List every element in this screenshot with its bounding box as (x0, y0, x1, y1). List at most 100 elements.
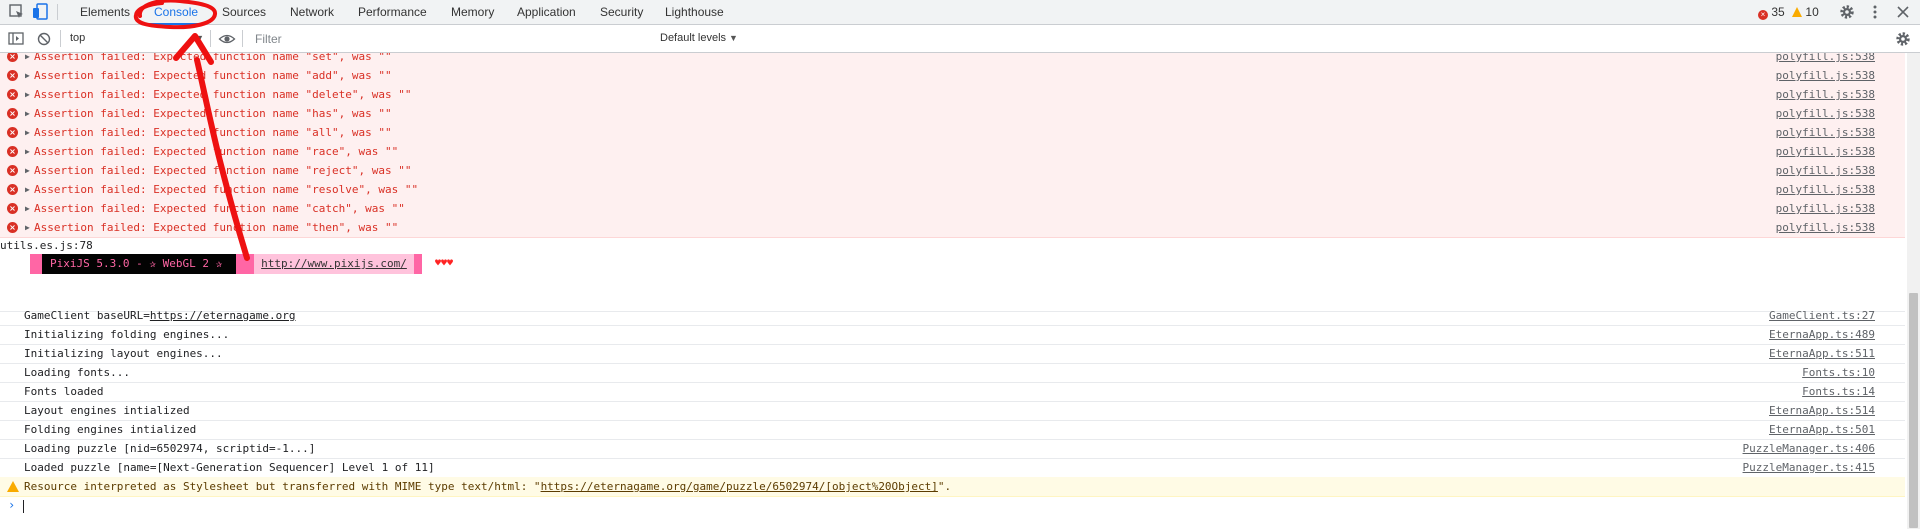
log-message-row[interactable]: Loading puzzle [nid=6502974, scriptid=-1… (0, 439, 1905, 459)
log-levels-dropdown[interactable]: Default levels ▼ (660, 29, 738, 48)
more-options-icon[interactable] (1866, 3, 1884, 21)
log-message-text: Loaded puzzle [name=[Next-Generation Seq… (24, 461, 435, 474)
base-url-link[interactable]: https://eternagame.org (150, 309, 296, 322)
source-link[interactable]: polyfill.js:538 (1776, 161, 1875, 180)
expand-arrow-icon[interactable]: ▶ (25, 218, 30, 237)
log-message-row[interactable]: Loaded puzzle [name=[Next-Generation Seq… (0, 458, 1905, 478)
console-filter-input[interactable] (249, 29, 665, 48)
pixi-homepage-link[interactable]: http://www.pixijs.com/ (254, 254, 414, 274)
source-link[interactable]: polyfill.js:538 (1776, 66, 1875, 85)
error-message-row[interactable]: × ▶ Assertion failed: Expected function … (0, 161, 1905, 181)
error-icon: × (7, 222, 18, 233)
error-message-row[interactable]: × ▶ Assertion failed: Expected function … (0, 142, 1905, 162)
device-toolbar-icon[interactable] (32, 3, 50, 21)
error-message-row[interactable]: × ▶ Assertion failed: Expected function … (0, 199, 1905, 219)
inspect-element-icon[interactable] (8, 3, 26, 21)
source-link[interactable]: Fonts.ts:14 (1802, 382, 1875, 401)
source-link[interactable]: EternaApp.ts:489 (1769, 325, 1875, 344)
clear-console-icon[interactable] (35, 30, 53, 48)
tab-network[interactable]: Network (282, 0, 342, 24)
issue-counts[interactable]: × 35 10 (1758, 0, 1819, 24)
log-message-row[interactable]: Initializing folding engines... EternaAp… (0, 325, 1905, 345)
warning-message-row[interactable]: Resource interpreted as Stylesheet but t… (0, 477, 1905, 497)
error-message-text: Assertion failed: Expected function name… (34, 88, 412, 101)
source-link[interactable]: polyfill.js:538 (1776, 199, 1875, 218)
expand-arrow-icon[interactable]: ▶ (25, 104, 30, 123)
error-message-text: Assertion failed: Expected function name… (34, 53, 392, 63)
error-message-row[interactable]: × ▶ Assertion failed: Expected function … (0, 104, 1905, 124)
tab-elements[interactable]: Elements (72, 0, 138, 24)
error-message-text: Assertion failed: Expected function name… (34, 107, 392, 120)
warning-message-text: Resource interpreted as Stylesheet but t… (24, 480, 952, 493)
tab-application[interactable]: Application (509, 0, 584, 24)
error-message-row[interactable]: × ▶ Assertion failed: Expected function … (0, 123, 1905, 143)
log-message-row[interactable]: Fonts loaded Fonts.ts:14 (0, 382, 1905, 402)
stylesheet-url-link[interactable]: https://eternagame.org/game/puzzle/65029… (541, 480, 938, 493)
tab-lighthouse[interactable]: Lighthouse (657, 0, 732, 24)
tab-sources[interactable]: Sources (214, 0, 274, 24)
error-icon: × (7, 89, 18, 100)
error-message-row[interactable]: × ▶ Assertion failed: Expected function … (0, 180, 1905, 200)
error-icon: × (7, 165, 18, 176)
source-link[interactable]: polyfill.js:538 (1776, 123, 1875, 142)
error-message-text: Assertion failed: Expected function name… (34, 164, 412, 177)
source-link[interactable]: EternaApp.ts:501 (1769, 420, 1875, 439)
console-settings-gear-icon[interactable] (1894, 30, 1912, 48)
log-message-row[interactable]: Folding engines intialized EternaApp.ts:… (0, 420, 1905, 440)
source-link[interactable]: polyfill.js:538 (1776, 218, 1875, 237)
source-link[interactable]: polyfill.js:538 (1776, 104, 1875, 123)
sidebar-toggle-icon[interactable] (7, 30, 25, 48)
toolbar-divider (57, 4, 58, 20)
pixi-banner-stripe (30, 254, 42, 274)
error-message-row[interactable]: × ▶ Assertion failed: Expected function … (0, 66, 1905, 86)
expand-arrow-icon[interactable]: ▶ (25, 161, 30, 180)
toolbar-divider (210, 30, 211, 47)
source-link[interactable]: polyfill.js:538 (1776, 180, 1875, 199)
log-message-text: Initializing layout engines... (24, 347, 223, 360)
error-message-text: Assertion failed: Expected function name… (34, 145, 399, 158)
log-message-row[interactable]: Initializing layout engines... EternaApp… (0, 344, 1905, 364)
settings-gear-icon[interactable] (1838, 3, 1856, 21)
live-expression-eye-icon[interactable] (218, 30, 236, 48)
source-link[interactable]: EternaApp.ts:511 (1769, 344, 1875, 363)
chevron-down-icon: ▼ (729, 33, 738, 43)
context-selector[interactable]: top ▼ (66, 29, 208, 48)
chevron-down-icon: ▼ (195, 33, 204, 43)
pixi-banner-text: PixiJS 5.3.0 - ✰ WebGL 2 ✰ (42, 254, 236, 274)
expand-arrow-icon[interactable]: ▶ (25, 66, 30, 85)
expand-arrow-icon[interactable]: ▶ (25, 142, 30, 161)
source-link[interactable]: polyfill.js:538 (1776, 53, 1875, 66)
close-devtools-icon[interactable] (1894, 3, 1912, 21)
source-link[interactable]: EternaApp.ts:514 (1769, 401, 1875, 420)
source-link[interactable]: PuzzleManager.ts:415 (1743, 458, 1875, 477)
expand-arrow-icon[interactable]: ▶ (25, 123, 30, 142)
tab-security[interactable]: Security (592, 0, 651, 24)
log-message-row[interactable]: Loading fonts... Fonts.ts:10 (0, 363, 1905, 383)
text-cursor (23, 500, 24, 513)
source-link[interactable]: polyfill.js:538 (1776, 85, 1875, 104)
tab-console[interactable]: Console (146, 0, 207, 25)
error-icon: × (7, 108, 18, 119)
error-message-row[interactable]: × ▶ Assertion failed: Expected function … (0, 85, 1905, 105)
console-toolbar: top ▼ Default levels▼ (0, 25, 1920, 53)
error-message-row[interactable]: × ▶ Assertion failed: Expected function … (0, 53, 1905, 67)
expand-arrow-icon[interactable]: ▶ (25, 53, 30, 66)
source-link[interactable]: GameClient.ts:27 (1769, 306, 1875, 325)
pixi-banner-stripe (414, 254, 422, 274)
source-link[interactable]: polyfill.js:538 (1776, 142, 1875, 161)
console-scrollbar[interactable] (1907, 53, 1920, 529)
source-link[interactable]: utils.es.js:78 (0, 239, 93, 252)
source-link[interactable]: PuzzleManager.ts:406 (1743, 439, 1875, 458)
tab-performance[interactable]: Performance (350, 0, 435, 24)
source-link[interactable]: Fonts.ts:10 (1802, 363, 1875, 382)
console-prompt[interactable]: › (0, 497, 1905, 517)
log-message-row[interactable]: Layout engines intialized EternaApp.ts:5… (0, 401, 1905, 421)
expand-arrow-icon[interactable]: ▶ (25, 85, 30, 104)
scrollbar-thumb[interactable] (1909, 293, 1918, 528)
expand-arrow-icon[interactable]: ▶ (25, 199, 30, 218)
log-message-row[interactable]: GameClient baseURL=https://eternagame.or… (0, 306, 1905, 326)
tab-memory[interactable]: Memory (443, 0, 502, 24)
expand-arrow-icon[interactable]: ▶ (25, 180, 30, 199)
error-message-text: Assertion failed: Expected function name… (34, 202, 405, 215)
error-message-row[interactable]: × ▶ Assertion failed: Expected function … (0, 218, 1905, 238)
